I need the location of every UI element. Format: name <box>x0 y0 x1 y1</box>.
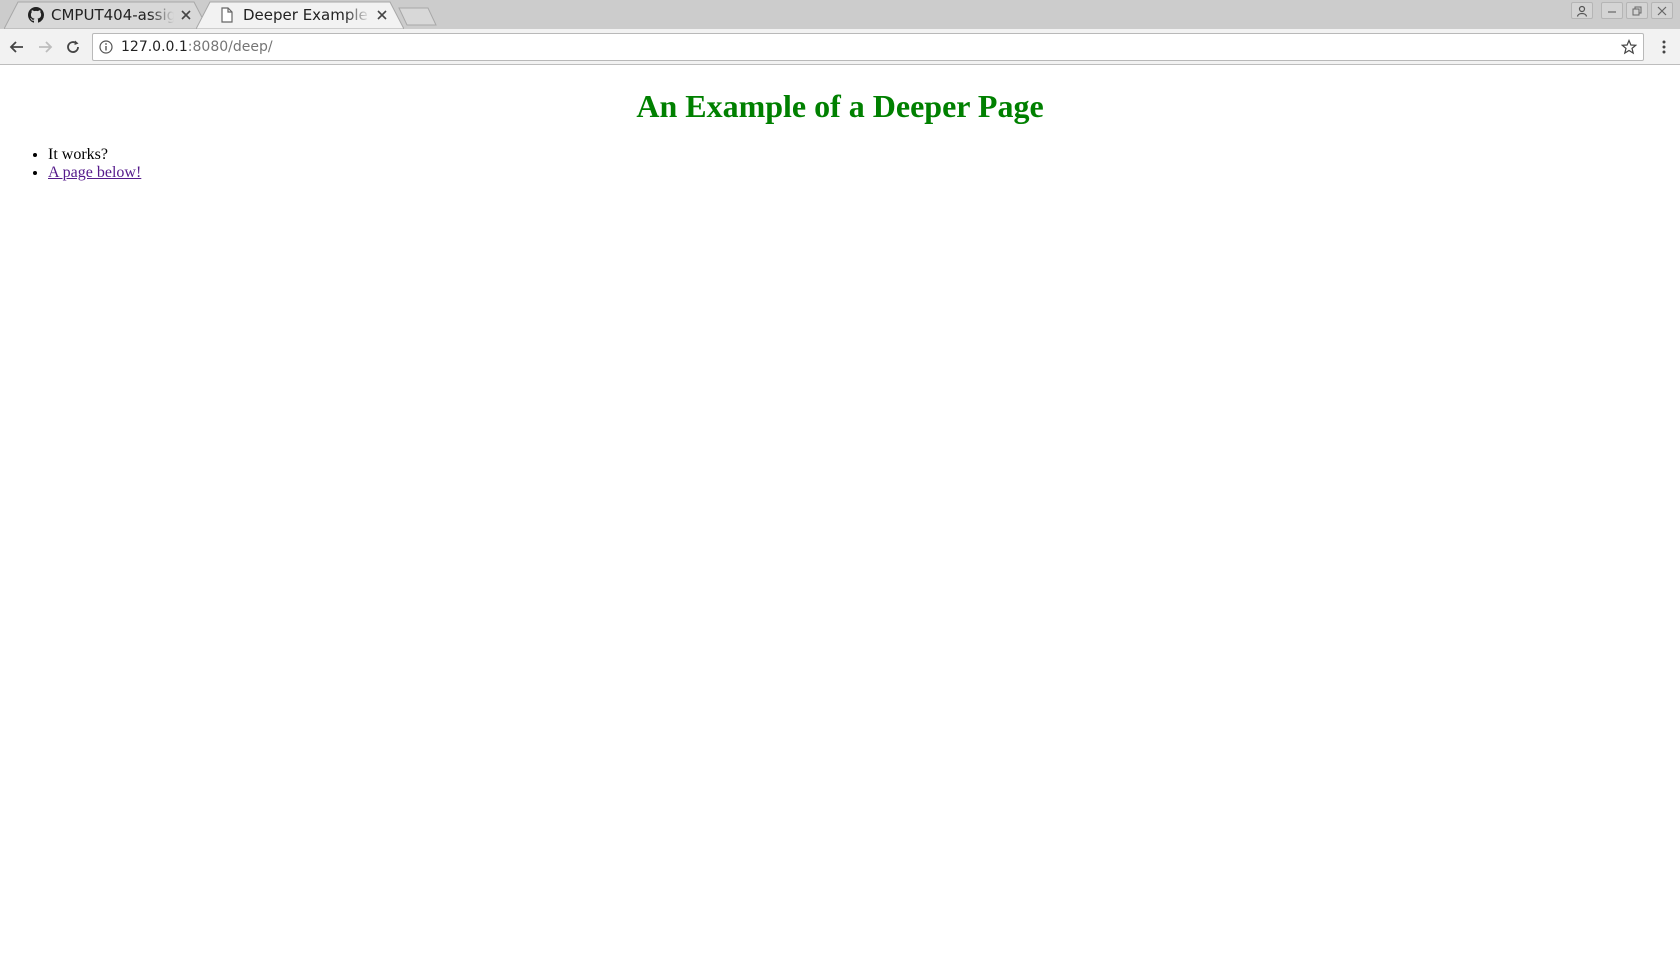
document-icon <box>220 7 237 24</box>
info-icon[interactable] <box>99 39 115 55</box>
restore-window-button[interactable] <box>1626 2 1648 19</box>
menu-dots-icon[interactable] <box>1654 34 1674 60</box>
item-list: It works? A page below! <box>0 146 1680 182</box>
tab-title: Deeper Example Page <box>243 6 370 24</box>
close-tab-icon[interactable] <box>178 7 194 23</box>
url-text: 127.0.0.1:8080/deep/ <box>121 39 273 55</box>
browser-toolbar: 127.0.0.1:8080/deep/ <box>0 29 1680 65</box>
url-host: 127.0.0.1 <box>121 39 188 55</box>
forward-arrow-icon[interactable] <box>32 34 58 60</box>
tab-deeper-example[interactable]: Deeper Example Page <box>196 1 404 29</box>
tab-github-repo[interactable]: CMPUT404-assignment-webserver <box>4 1 208 29</box>
address-bar[interactable]: 127.0.0.1:8080/deep/ <box>92 33 1644 61</box>
back-arrow-icon[interactable] <box>4 34 30 60</box>
close-window-button[interactable] <box>1651 2 1673 19</box>
page-below-link[interactable]: A page below! <box>48 164 141 181</box>
list-item: A page below! <box>48 164 1680 182</box>
url-path: :8080/deep/ <box>187 39 273 55</box>
page-content: An Example of a Deeper Page It works? A … <box>0 66 1680 960</box>
new-tab-button[interactable] <box>398 5 438 27</box>
profile-icon[interactable] <box>1571 2 1593 19</box>
reload-icon[interactable] <box>60 34 86 60</box>
bookmark-star-icon[interactable] <box>1620 38 1638 55</box>
minimize-window-button[interactable] <box>1601 2 1623 19</box>
list-item: It works? <box>48 146 1680 164</box>
page-heading: An Example of a Deeper Page <box>636 88 1044 124</box>
tab-title: CMPUT404-assignment-webserver <box>51 6 174 24</box>
tab-strip: CMPUT404-assignment-webserver Deeper Exa… <box>0 0 1680 29</box>
close-tab-icon[interactable] <box>374 7 390 23</box>
github-icon <box>28 7 45 24</box>
